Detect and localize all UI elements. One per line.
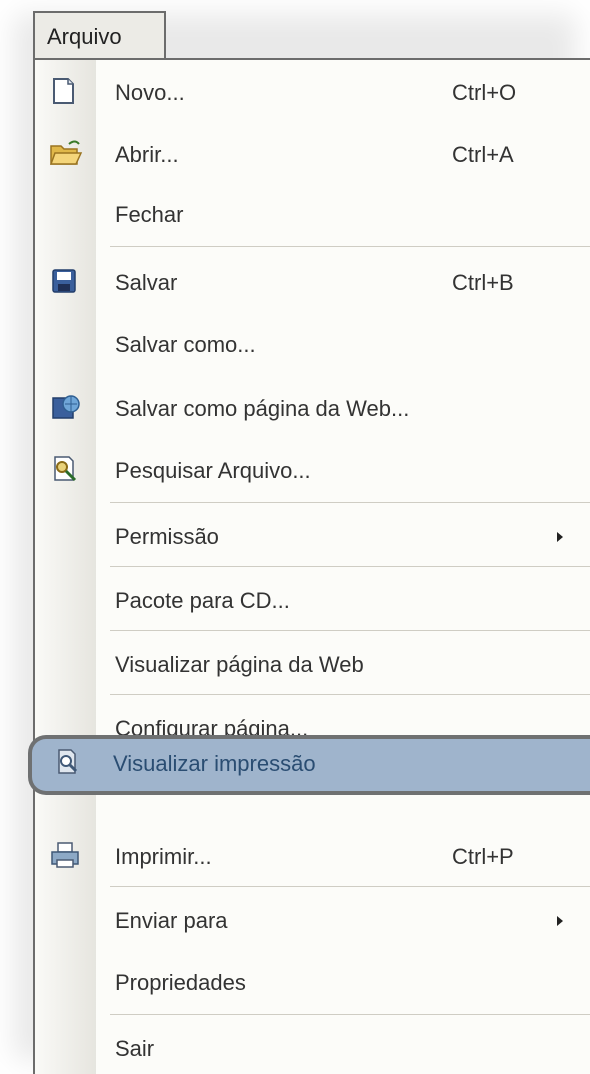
menu-item-imprimir[interactable]: Imprimir... Ctrl+P xyxy=(35,830,590,886)
menu-item-permissao[interactable]: Permissão xyxy=(35,510,590,566)
menu-item-label: Permissão xyxy=(115,524,219,549)
menu-separator xyxy=(110,566,590,567)
menu-item-pacote-cd[interactable]: Pacote para CD... xyxy=(35,574,590,630)
menu-item-label: Enviar para xyxy=(115,908,228,933)
menu-item-novo[interactable]: Novo... Ctrl+O xyxy=(35,66,590,122)
menu-item-visualizar-pagina-web[interactable]: Visualizar página da Web xyxy=(35,638,590,694)
menu-separator xyxy=(110,1014,590,1015)
save-disk-icon xyxy=(49,266,79,296)
menu-item-shortcut: Ctrl+A xyxy=(452,142,514,167)
menu-item-label: Pesquisar Arquivo... xyxy=(115,458,311,483)
menu-item-enviar-para[interactable]: Enviar para xyxy=(35,894,590,950)
menu-item-salvar[interactable]: Salvar Ctrl+B xyxy=(35,256,590,312)
menu-item-shortcut: Ctrl+O xyxy=(452,80,517,105)
menu-item-shortcut: Ctrl+B xyxy=(452,270,514,295)
web-page-icon xyxy=(49,392,80,422)
menu-item-label: Propriedades xyxy=(115,970,246,995)
menu-separator xyxy=(110,630,590,631)
menu-item-salvar-como-web[interactable]: Salvar como página da Web... xyxy=(35,382,590,438)
file-search-icon xyxy=(49,454,79,484)
menu-item-label: Visualizar página da Web xyxy=(115,652,364,677)
menu-item-label: Salvar como... xyxy=(115,332,256,357)
submenu-arrow-icon xyxy=(557,532,563,542)
menu-separator xyxy=(110,246,590,247)
menu-title-arquivo[interactable]: Arquivo xyxy=(33,11,166,61)
menu-item-label: Sair xyxy=(115,1036,155,1061)
new-document-icon xyxy=(49,76,79,106)
screenshot-stage: Arquivo Novo... Ctrl+O Abrir... Ctrl+A F… xyxy=(0,0,590,1074)
print-preview-icon xyxy=(52,747,82,777)
dropdown-menu: Novo... Ctrl+O Abrir... Ctrl+A Fechar Sa… xyxy=(33,58,590,1074)
menu-item-label: Salvar xyxy=(115,270,178,295)
menu-item-label: Fechar xyxy=(115,202,184,227)
menu-item-sair[interactable]: Sair xyxy=(35,1022,590,1074)
menu-item-propriedades[interactable]: Propriedades xyxy=(35,956,590,1012)
menu-item-label: Imprimir... xyxy=(115,844,212,869)
menu-item-label: Abrir... xyxy=(115,142,179,167)
menu-separator xyxy=(110,502,590,503)
menu-item-visualizar-impressao[interactable]: Visualizar impressão xyxy=(28,735,590,795)
menu-item-shortcut: Ctrl+P xyxy=(452,844,514,869)
printer-icon xyxy=(49,840,79,870)
menu-item-abrir[interactable]: Abrir... Ctrl+A xyxy=(35,128,590,184)
menu-separator xyxy=(110,886,590,887)
submenu-arrow-icon xyxy=(557,916,563,926)
menu-separator xyxy=(110,694,590,695)
menu-item-salvar-como[interactable]: Salvar como... xyxy=(35,318,590,374)
highlighted-menu-item: Visualizar impressão xyxy=(32,737,590,793)
menu-item-fechar[interactable]: Fechar xyxy=(35,188,590,244)
menu-item-pesquisar-arquivo[interactable]: Pesquisar Arquivo... xyxy=(35,444,590,500)
menu-item-label: Novo... xyxy=(115,80,185,105)
open-folder-icon xyxy=(49,138,83,168)
menu-item-label: Pacote para CD... xyxy=(115,588,290,613)
menu-item-label: Salvar como página da Web... xyxy=(115,396,410,421)
menu-item-label: Visualizar impressão xyxy=(113,751,316,776)
